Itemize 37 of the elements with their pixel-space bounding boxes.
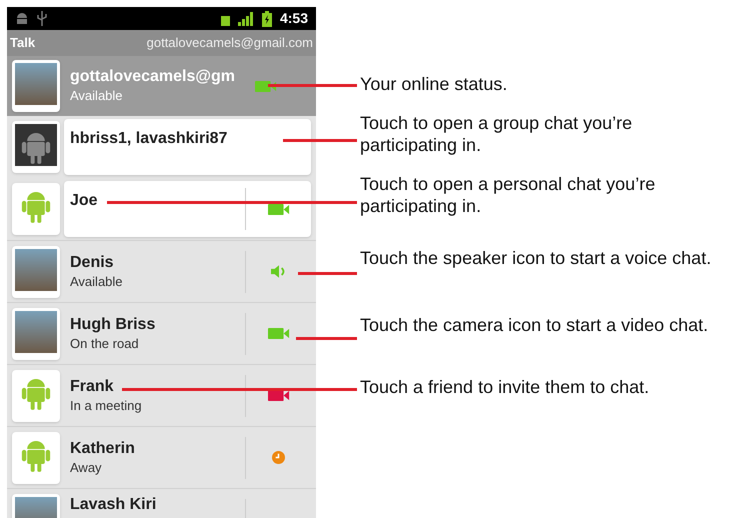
- contact-name: Denis: [70, 252, 114, 272]
- photo-placeholder: [15, 310, 57, 352]
- contact-row[interactable]: Lavash Kiri: [7, 488, 316, 518]
- contact-status: In a meeting: [70, 396, 142, 414]
- usb-icon: [37, 11, 47, 26]
- contact-name: gottalovecamels@gm: [70, 67, 235, 87]
- chat-card[interactable]: Joe: [64, 181, 311, 237]
- contact-status: Available: [70, 87, 123, 105]
- callout-text: Your online status.: [360, 73, 508, 95]
- callout-text: Touch the camera icon to start a video chat.: [360, 314, 710, 336]
- speaker-icon[interactable]: [270, 265, 286, 278]
- callout-text: Touch a friend to invite them to chat.: [360, 376, 650, 398]
- video-camera-icon[interactable]: [255, 80, 277, 92]
- callout-text: Touch to open a personal chat you’re participating in.: [360, 173, 656, 217]
- contact-status: On the road: [70, 334, 139, 352]
- contact-name: Hugh Briss: [70, 314, 156, 334]
- chat-card[interactable]: hbriss1, lavashkiri87: [64, 119, 311, 175]
- video-camera-icon[interactable]: [268, 204, 290, 214]
- callout-text: Touch to open a group chat you’re participating in.: [360, 112, 634, 156]
- account-email: gottalovecamels@gmail.com: [146, 34, 313, 52]
- contact-name: Frank: [70, 376, 114, 396]
- battery-icon: [262, 10, 272, 26]
- photo-placeholder: [15, 248, 57, 290]
- clock-time: 4:53: [280, 9, 308, 28]
- leader-line: [298, 272, 357, 275]
- contact-name: Joe: [70, 191, 98, 211]
- video-camera-icon[interactable]: [268, 390, 290, 401]
- photo-placeholder: [15, 63, 57, 105]
- contact-name: Katherin: [70, 438, 135, 458]
- leader-line: [296, 337, 357, 340]
- callout-text: Touch the speaker icon to start a voice chat.: [360, 247, 712, 269]
- app-title: Talk: [10, 34, 36, 52]
- contact-status: Away: [70, 458, 102, 476]
- signal-icon: [238, 12, 254, 26]
- contact-name: hbriss1, lavashkiri87: [70, 129, 228, 149]
- contact-status: Available: [70, 272, 123, 290]
- contact-name: Lavash Kiri: [70, 495, 156, 515]
